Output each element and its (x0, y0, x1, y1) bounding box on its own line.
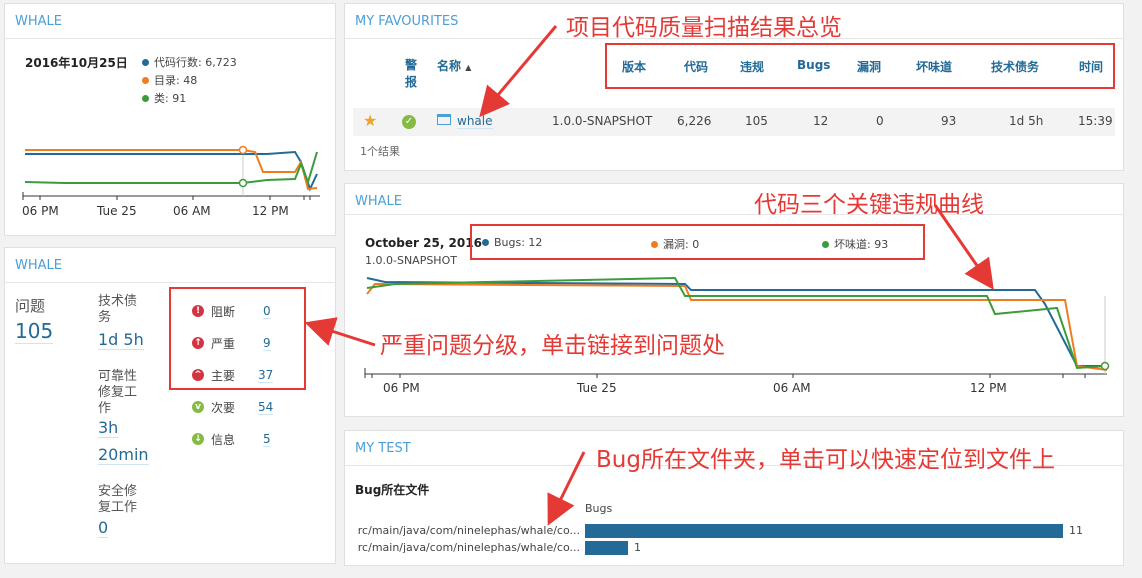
divider (345, 214, 1123, 215)
tick-label: Tue 25 (576, 381, 617, 395)
bar-file-label[interactable]: rc/main/java/com/ninelephas/whale/co... (345, 524, 580, 537)
chevron-down-circle-icon: v (192, 401, 204, 413)
security-value-link[interactable]: 0 (98, 518, 109, 538)
widget-title[interactable]: WHALE (15, 258, 62, 273)
widget-whale-issues-chart: WHALE October 25, 2016 1.0.0-SNAPSHOT Bu… (344, 183, 1124, 417)
issues-label: 问题 (15, 297, 46, 315)
annotation-box (169, 287, 306, 390)
annotation-text: 代码三个关键违规曲线 (754, 192, 984, 218)
col-name-sort[interactable]: 名称 ▲ (437, 57, 471, 74)
tick-label: 06 PM (22, 204, 59, 218)
widget-title: MY FAVOURITES (355, 14, 459, 29)
bar-file-label[interactable]: rc/main/java/com/ninelephas/whale/co... (345, 541, 580, 554)
divider (5, 38, 335, 39)
issues-count-link[interactable]: 105 (15, 319, 54, 344)
widget-whale-measures: WHALE 2016年10月25日 代码行数: 6,723 目录: 48 类: … (4, 3, 336, 236)
cell-bugs: 12 (813, 114, 829, 128)
reliability-label: 可靠性修复工作 (98, 369, 138, 416)
debt-value-link[interactable]: 1d 5h (98, 330, 144, 350)
cell-code-smells: 93 (941, 114, 957, 128)
bar-value: 1 (634, 541, 641, 554)
cell-version: 1.0.0-SNAPSHOT (552, 114, 653, 128)
check-circle-icon: ✓ (402, 115, 416, 129)
tick-label: 06 PM (383, 381, 420, 395)
bar-rect[interactable] (585, 524, 1063, 538)
tick-label: 06 AM (173, 204, 211, 218)
bar-rect[interactable] (585, 541, 628, 555)
annotation-box (605, 43, 1115, 89)
annotation-box (470, 224, 925, 260)
widget-title: MY TEST (355, 441, 411, 456)
annotation-text: 严重问题分级，单击链接到问题处 (380, 333, 725, 359)
widget-title[interactable]: WHALE (15, 14, 62, 29)
cell-vulnerabilities: 0 (876, 114, 884, 128)
widget-title[interactable]: WHALE (355, 194, 402, 209)
chart-legend: 代码行数: 6,723 目录: 48 类: 91 (142, 54, 237, 108)
annotation-text: Bug所在文件夹，单击可以快速定位到文件上 (596, 447, 1055, 473)
debt-label: 技术债务 (98, 294, 138, 325)
severity-count-link[interactable]: 54 (258, 400, 274, 415)
severity-count-link[interactable]: 5 (263, 432, 271, 447)
tick-label: 12 PM (970, 381, 1007, 395)
bar-value: 11 (1069, 524, 1083, 537)
project-link[interactable]: whale (457, 114, 493, 129)
security-label: 安全修复工作 (98, 484, 138, 515)
chart-column-label: Bugs (585, 502, 613, 515)
cell-issues: 105 (745, 114, 768, 128)
star-icon[interactable]: ★ (363, 111, 377, 130)
project-icon (437, 114, 451, 125)
reliability-minutes-link[interactable]: 20min (98, 445, 149, 465)
severity-info[interactable]: ↓ 信息 5 (192, 431, 282, 451)
cell-tech-debt: 1d 5h (1009, 114, 1044, 128)
tick-label: 06 AM (773, 381, 811, 395)
measures-line-chart: 06 PM Tue 25 06 AM 12 PM (22, 145, 320, 218)
annotation-text: 项目代码质量扫描结果总览 (566, 15, 842, 41)
chart-date: 2016年10月25日 (25, 56, 128, 70)
tick-label: Tue 25 (96, 204, 137, 218)
cell-code: 6,226 (677, 114, 712, 128)
legend-item-classes: 类: 91 (142, 90, 237, 108)
divider (5, 282, 335, 283)
severity-minor[interactable]: v 次要 54 (192, 399, 282, 419)
col-alert: 警报 (405, 58, 418, 89)
sort-asc-icon: ▲ (465, 63, 472, 72)
cell-time: 15:39 (1078, 114, 1113, 128)
arrow-down-circle-icon: ↓ (192, 433, 204, 445)
reliability-value-link[interactable]: 3h (98, 418, 119, 438)
legend-item-directories: 目录: 48 (142, 72, 237, 90)
table-row[interactable]: ★ ✓ whale 1.0.0-SNAPSHOT 6,226 105 12 0 … (353, 108, 1115, 136)
chart-title: Bug所在文件 (355, 483, 430, 497)
tick-label: 12 PM (252, 204, 289, 218)
chart-date: October 25, 2016 (365, 236, 482, 250)
line-classes (24, 151, 318, 186)
result-count: 1个结果 (360, 145, 400, 158)
legend-item-loc: 代码行数: 6,723 (142, 54, 237, 72)
